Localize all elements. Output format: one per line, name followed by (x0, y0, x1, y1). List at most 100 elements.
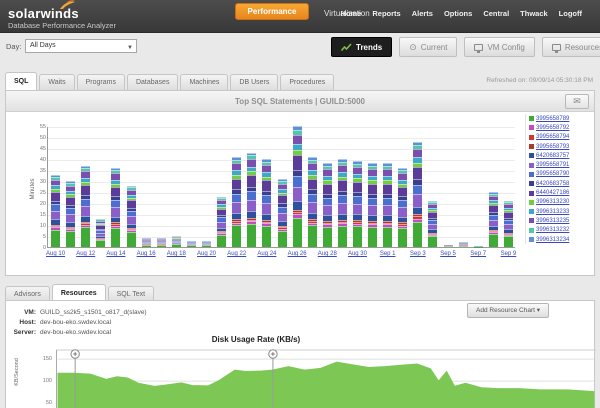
bar-sep-5[interactable] (444, 245, 453, 247)
nav-link-options[interactable]: Options (444, 9, 472, 18)
bar-aug-13[interactable] (96, 218, 105, 247)
email-button[interactable]: ✉ (565, 94, 589, 109)
bar-aug-30[interactable] (353, 161, 362, 247)
bar-aug-29[interactable] (338, 159, 347, 247)
legend-item[interactable]: 6440427186 (529, 188, 594, 197)
x-tick-link[interactable]: Aug 20 (197, 251, 216, 257)
tab-databases[interactable]: Databases (127, 74, 178, 90)
bar-aug-26[interactable] (293, 126, 302, 247)
legend-link[interactable]: 3995658791 (536, 162, 569, 168)
bar-aug-23[interactable] (247, 152, 256, 247)
view-button-resources[interactable]: Resources (542, 37, 600, 57)
add-resource-chart-button[interactable]: Add Resource Chart ▾ (467, 303, 549, 318)
bar-segment (51, 192, 60, 201)
x-tick-link[interactable]: Aug 12 (76, 251, 95, 257)
legend-item[interactable]: 3996313233 (529, 207, 594, 216)
legend-link[interactable]: 3995658792 (536, 125, 569, 131)
x-tick-link[interactable]: Aug 22 (227, 251, 246, 257)
bar-aug-18[interactable] (172, 236, 181, 247)
bar-sep-9[interactable] (504, 201, 513, 247)
legend-item[interactable]: 3996313232 (529, 226, 594, 235)
bar-sep-6[interactable] (459, 242, 468, 248)
legend-item[interactable]: 3996313230 (529, 198, 594, 207)
bar-sep-3[interactable] (413, 141, 422, 247)
bar-aug-17[interactable] (157, 238, 166, 247)
legend-item[interactable]: 3995658791 (529, 160, 594, 169)
bar-sep-8[interactable] (489, 192, 498, 247)
tab-procedures[interactable]: Procedures (280, 74, 334, 90)
legend-item[interactable]: 6420683757 (529, 151, 594, 160)
bar-aug-21[interactable] (217, 196, 226, 247)
x-tick-link[interactable]: Sep 9 (501, 251, 517, 257)
x-tick-link[interactable]: Aug 30 (348, 251, 367, 257)
legend-link[interactable]: 3996313230 (536, 199, 569, 205)
legend-link[interactable]: 3995658789 (536, 116, 569, 122)
nav-link-home[interactable]: Home (341, 9, 362, 18)
legend-item[interactable]: 3996313234 (529, 235, 594, 244)
x-tick-link[interactable]: Aug 28 (318, 251, 337, 257)
legend-item[interactable]: 3995658794 (529, 133, 594, 142)
legend-link[interactable]: 3995658790 (536, 171, 569, 177)
nav-link-reports[interactable]: Reports (372, 9, 400, 18)
legend-link[interactable]: 3996313233 (536, 209, 569, 215)
bar-aug-14[interactable] (111, 168, 120, 247)
bar-aug-25[interactable] (278, 179, 287, 247)
nav-link-logoff[interactable]: Logoff (559, 9, 582, 18)
legend-link[interactable]: 3995658794 (536, 134, 569, 140)
legend-link[interactable]: 3996313235 (536, 218, 569, 224)
nav-link-central[interactable]: Central (483, 9, 509, 18)
nav-link-thwack[interactable]: Thwack (520, 9, 548, 18)
tab-db-users[interactable]: DB Users (230, 74, 278, 90)
legend-link[interactable]: 6420683757 (536, 153, 569, 159)
x-tick-link[interactable]: Aug 14 (106, 251, 125, 257)
bar-sep-4[interactable] (428, 201, 437, 247)
bar-aug-12[interactable] (81, 166, 90, 247)
nav-link-alerts[interactable]: Alerts (412, 9, 433, 18)
bar-aug-15[interactable] (127, 185, 136, 247)
x-tick-link[interactable]: Aug 16 (137, 251, 156, 257)
bar-aug-19[interactable] (187, 240, 196, 247)
bar-aug-11[interactable] (66, 181, 75, 247)
legend-item[interactable]: 3995658793 (529, 142, 594, 151)
x-tick-link[interactable]: Aug 24 (257, 251, 276, 257)
x-tick-link[interactable]: Aug 18 (167, 251, 186, 257)
view-button-trends[interactable]: Trends (331, 37, 392, 57)
tab-sql[interactable]: SQL (5, 72, 37, 90)
bar-aug-27[interactable] (308, 157, 317, 247)
bar-aug-10[interactable] (51, 174, 60, 247)
view-button-current[interactable]: ⊙Current (399, 37, 457, 57)
bar-aug-22[interactable] (232, 157, 241, 247)
tab-waits[interactable]: Waits (39, 74, 74, 90)
legend-item[interactable]: 3995658789 (529, 114, 594, 123)
x-tick-link[interactable]: Aug 10 (46, 251, 65, 257)
bar-sep-2[interactable] (398, 168, 407, 247)
tab-machines[interactable]: Machines (180, 74, 228, 90)
bar-sep-1[interactable] (383, 163, 392, 247)
bar-aug-28[interactable] (323, 163, 332, 247)
x-tick-link[interactable]: Sep 1 (380, 251, 396, 257)
x-tick-link[interactable]: Aug 26 (288, 251, 307, 257)
y-tick-label: 5 (33, 234, 46, 240)
legend-link[interactable]: 3996313234 (536, 237, 569, 243)
bar-aug-16[interactable] (142, 238, 151, 247)
x-tick-link[interactable]: Sep 3 (410, 251, 426, 257)
legend-item[interactable]: 3995658790 (529, 170, 594, 179)
legend-item[interactable]: 6420683758 (529, 179, 594, 188)
day-select[interactable]: All Days ▼ (25, 39, 137, 53)
x-tick-link[interactable]: Sep 5 (440, 251, 456, 257)
x-tick-link[interactable]: Sep 7 (470, 251, 486, 257)
sql-chart-plot: 0510152025303540455055Aug 10Aug 12Aug 14… (47, 127, 515, 248)
bar-aug-20[interactable] (202, 240, 211, 247)
legend-link[interactable]: 3995658793 (536, 144, 569, 150)
bar-aug-31[interactable] (368, 163, 377, 247)
legend-link[interactable]: 6420683758 (536, 181, 569, 187)
legend-link[interactable]: 6440427186 (536, 190, 569, 196)
legend-link[interactable]: 3996313232 (536, 227, 569, 233)
performance-button[interactable]: Performance (235, 3, 309, 20)
legend-item[interactable]: 3996313235 (529, 216, 594, 225)
bar-sep-7[interactable] (474, 246, 483, 247)
view-button-vm-config[interactable]: VM Config (464, 37, 534, 57)
tab-programs[interactable]: Programs (77, 74, 125, 90)
legend-item[interactable]: 3995658792 (529, 123, 594, 132)
bar-aug-24[interactable] (262, 159, 271, 247)
